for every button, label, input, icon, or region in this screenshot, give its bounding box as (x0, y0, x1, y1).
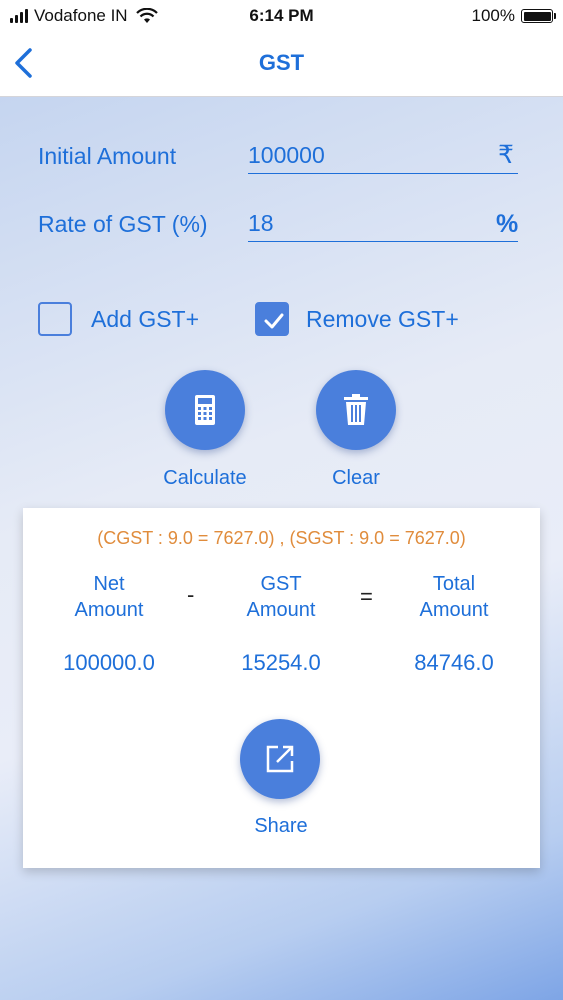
page-title: GST (258, 50, 305, 75)
total-amount-value: 84746.0 (414, 650, 494, 675)
calculate-label[interactable]: Calculate (135, 467, 275, 490)
net-amount-header-line1: Net (93, 573, 125, 595)
gst-amount-header-line1: GST (260, 573, 302, 595)
total-amount-header-line2: Amount (419, 599, 489, 621)
gst-rate-input[interactable] (248, 205, 518, 242)
gst-amount-value: 15254.0 (241, 650, 321, 675)
calculator-icon (195, 395, 215, 425)
equals-sign: = (360, 584, 373, 609)
gst-amount-header: GST Amount (206, 571, 356, 623)
net-amount-value: 100000.0 (63, 650, 155, 675)
clear-button[interactable] (316, 370, 396, 450)
percent-icon: % (496, 210, 519, 238)
status-bar: Vodafone IN 6:14 PM 100% (0, 0, 563, 32)
remove-gst-checkbox[interactable] (255, 302, 289, 336)
net-amount-header-line2: Amount (74, 599, 144, 621)
battery-icon (521, 9, 556, 23)
minus-sign: - (187, 582, 195, 607)
result-card: (CGST : 9.0 = 7627.0) , (SGST : 9.0 = 76… (23, 508, 540, 868)
total-amount-header: Total Amount (379, 571, 529, 623)
gst-split-text: (CGST : 9.0 = 7627.0) , (SGST : 9.0 = 76… (97, 528, 466, 548)
share-label[interactable]: Share (211, 815, 351, 838)
share-button[interactable] (240, 719, 320, 799)
calculate-button[interactable] (165, 370, 245, 450)
gst-amount-header-line2: Amount (246, 599, 316, 621)
gst-rate-label: Rate of GST (%) (38, 211, 208, 237)
clear-label[interactable]: Clear (286, 467, 426, 490)
status-right: 100% (471, 6, 556, 26)
net-amount-header: Net Amount (34, 571, 184, 623)
remove-gst-label[interactable]: Remove GST+ (306, 306, 459, 333)
initial-amount-input[interactable] (248, 137, 518, 174)
rupee-icon: ₹ (498, 141, 514, 169)
checkmark-icon (264, 313, 284, 329)
trash-icon (344, 394, 368, 425)
navigation-bar: GST (0, 32, 563, 97)
share-icon (266, 745, 294, 773)
add-gst-label[interactable]: Add GST+ (91, 306, 199, 333)
total-amount-header-line1: Total (432, 573, 476, 595)
initial-amount-label: Initial Amount (38, 143, 177, 169)
add-gst-checkbox[interactable] (38, 302, 72, 336)
battery-fill (523, 11, 551, 21)
battery-percent: 100% (471, 6, 515, 25)
